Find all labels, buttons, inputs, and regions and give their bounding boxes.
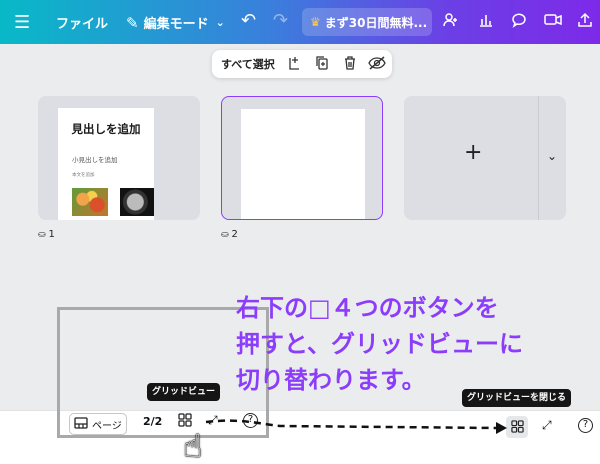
trash-icon[interactable] bbox=[343, 55, 357, 75]
page-thumbnail-1[interactable]: 見出しを追加 小見出しを追加 本文を追加 bbox=[38, 96, 200, 220]
undo-icon[interactable]: ↶ bbox=[241, 10, 256, 31]
comment-icon[interactable] bbox=[510, 11, 528, 29]
annotation-line: 右下の□４つのボタンを bbox=[236, 294, 499, 322]
monochrome-photo bbox=[120, 188, 154, 216]
selection-toolbar: すべて選択 bbox=[212, 50, 392, 78]
page-number-label: 2 bbox=[231, 229, 238, 240]
edit-mode-label: 編集モード bbox=[143, 17, 209, 32]
free-trial-label: まず30日間無料... bbox=[324, 15, 428, 30]
page-sheet: 見出しを追加 小見出しを追加 本文を追加 bbox=[58, 108, 154, 220]
fruit-photo bbox=[72, 188, 108, 216]
free-trial-button[interactable]: ♛ まず30日間無料... bbox=[302, 8, 432, 36]
chevron-down-icon: ⌄ bbox=[215, 16, 225, 29]
fullscreen-icon[interactable]: ⤢ bbox=[542, 418, 552, 433]
page-icon: ⛀ bbox=[221, 229, 229, 240]
redo-icon[interactable]: ↷ bbox=[273, 10, 288, 31]
file-menu[interactable]: ファイル bbox=[56, 13, 108, 32]
present-icon[interactable] bbox=[543, 11, 563, 29]
share-people-icon[interactable] bbox=[442, 11, 460, 29]
dashed-arrow bbox=[205, 419, 507, 434]
annotation-line: 切り替わります。 bbox=[236, 366, 426, 394]
upload-icon[interactable] bbox=[576, 11, 594, 29]
pencil-icon: ✎ bbox=[126, 13, 139, 32]
plus-icon[interactable]: + bbox=[464, 140, 482, 165]
page-sheet bbox=[241, 109, 365, 219]
chevron-down-icon[interactable]: ⌄ bbox=[547, 149, 557, 163]
hamburger-icon[interactable]: ☰ bbox=[14, 12, 30, 33]
divider bbox=[538, 96, 539, 220]
pointer-hand-icon: ☝ bbox=[183, 427, 203, 464]
analytics-icon[interactable] bbox=[477, 11, 495, 29]
page-subheading: 小見出しを追加 bbox=[72, 156, 118, 164]
page-number-2: ⛀ 2 bbox=[221, 229, 238, 240]
page-number-label: 1 bbox=[48, 229, 55, 240]
duplicate-icon[interactable] bbox=[315, 55, 329, 75]
crown-icon: ♛ bbox=[310, 15, 321, 29]
page-body-text: 本文を追加 bbox=[72, 173, 95, 178]
hide-icon[interactable] bbox=[368, 55, 386, 75]
page-icon: ⛀ bbox=[38, 229, 46, 240]
select-all-button[interactable]: すべて選択 bbox=[221, 56, 275, 72]
page-heading: 見出しを追加 bbox=[71, 122, 141, 136]
edit-mode-dropdown[interactable]: ✎ 編集モード ⌄ bbox=[126, 13, 225, 33]
add-page-icon[interactable] bbox=[287, 55, 301, 75]
help-button[interactable]: ? bbox=[578, 418, 593, 433]
annotation-line: 押すと、グリッドビューに bbox=[236, 330, 524, 358]
add-page-tile[interactable]: + ⌄ bbox=[404, 96, 566, 220]
annotation-callout: 右下の□４つのボタンを 押すと、グリッドビューに 切り替わります。 bbox=[236, 290, 566, 398]
page-number-1: ⛀ 1 bbox=[38, 229, 55, 240]
page-thumbnail-2[interactable] bbox=[221, 96, 383, 220]
